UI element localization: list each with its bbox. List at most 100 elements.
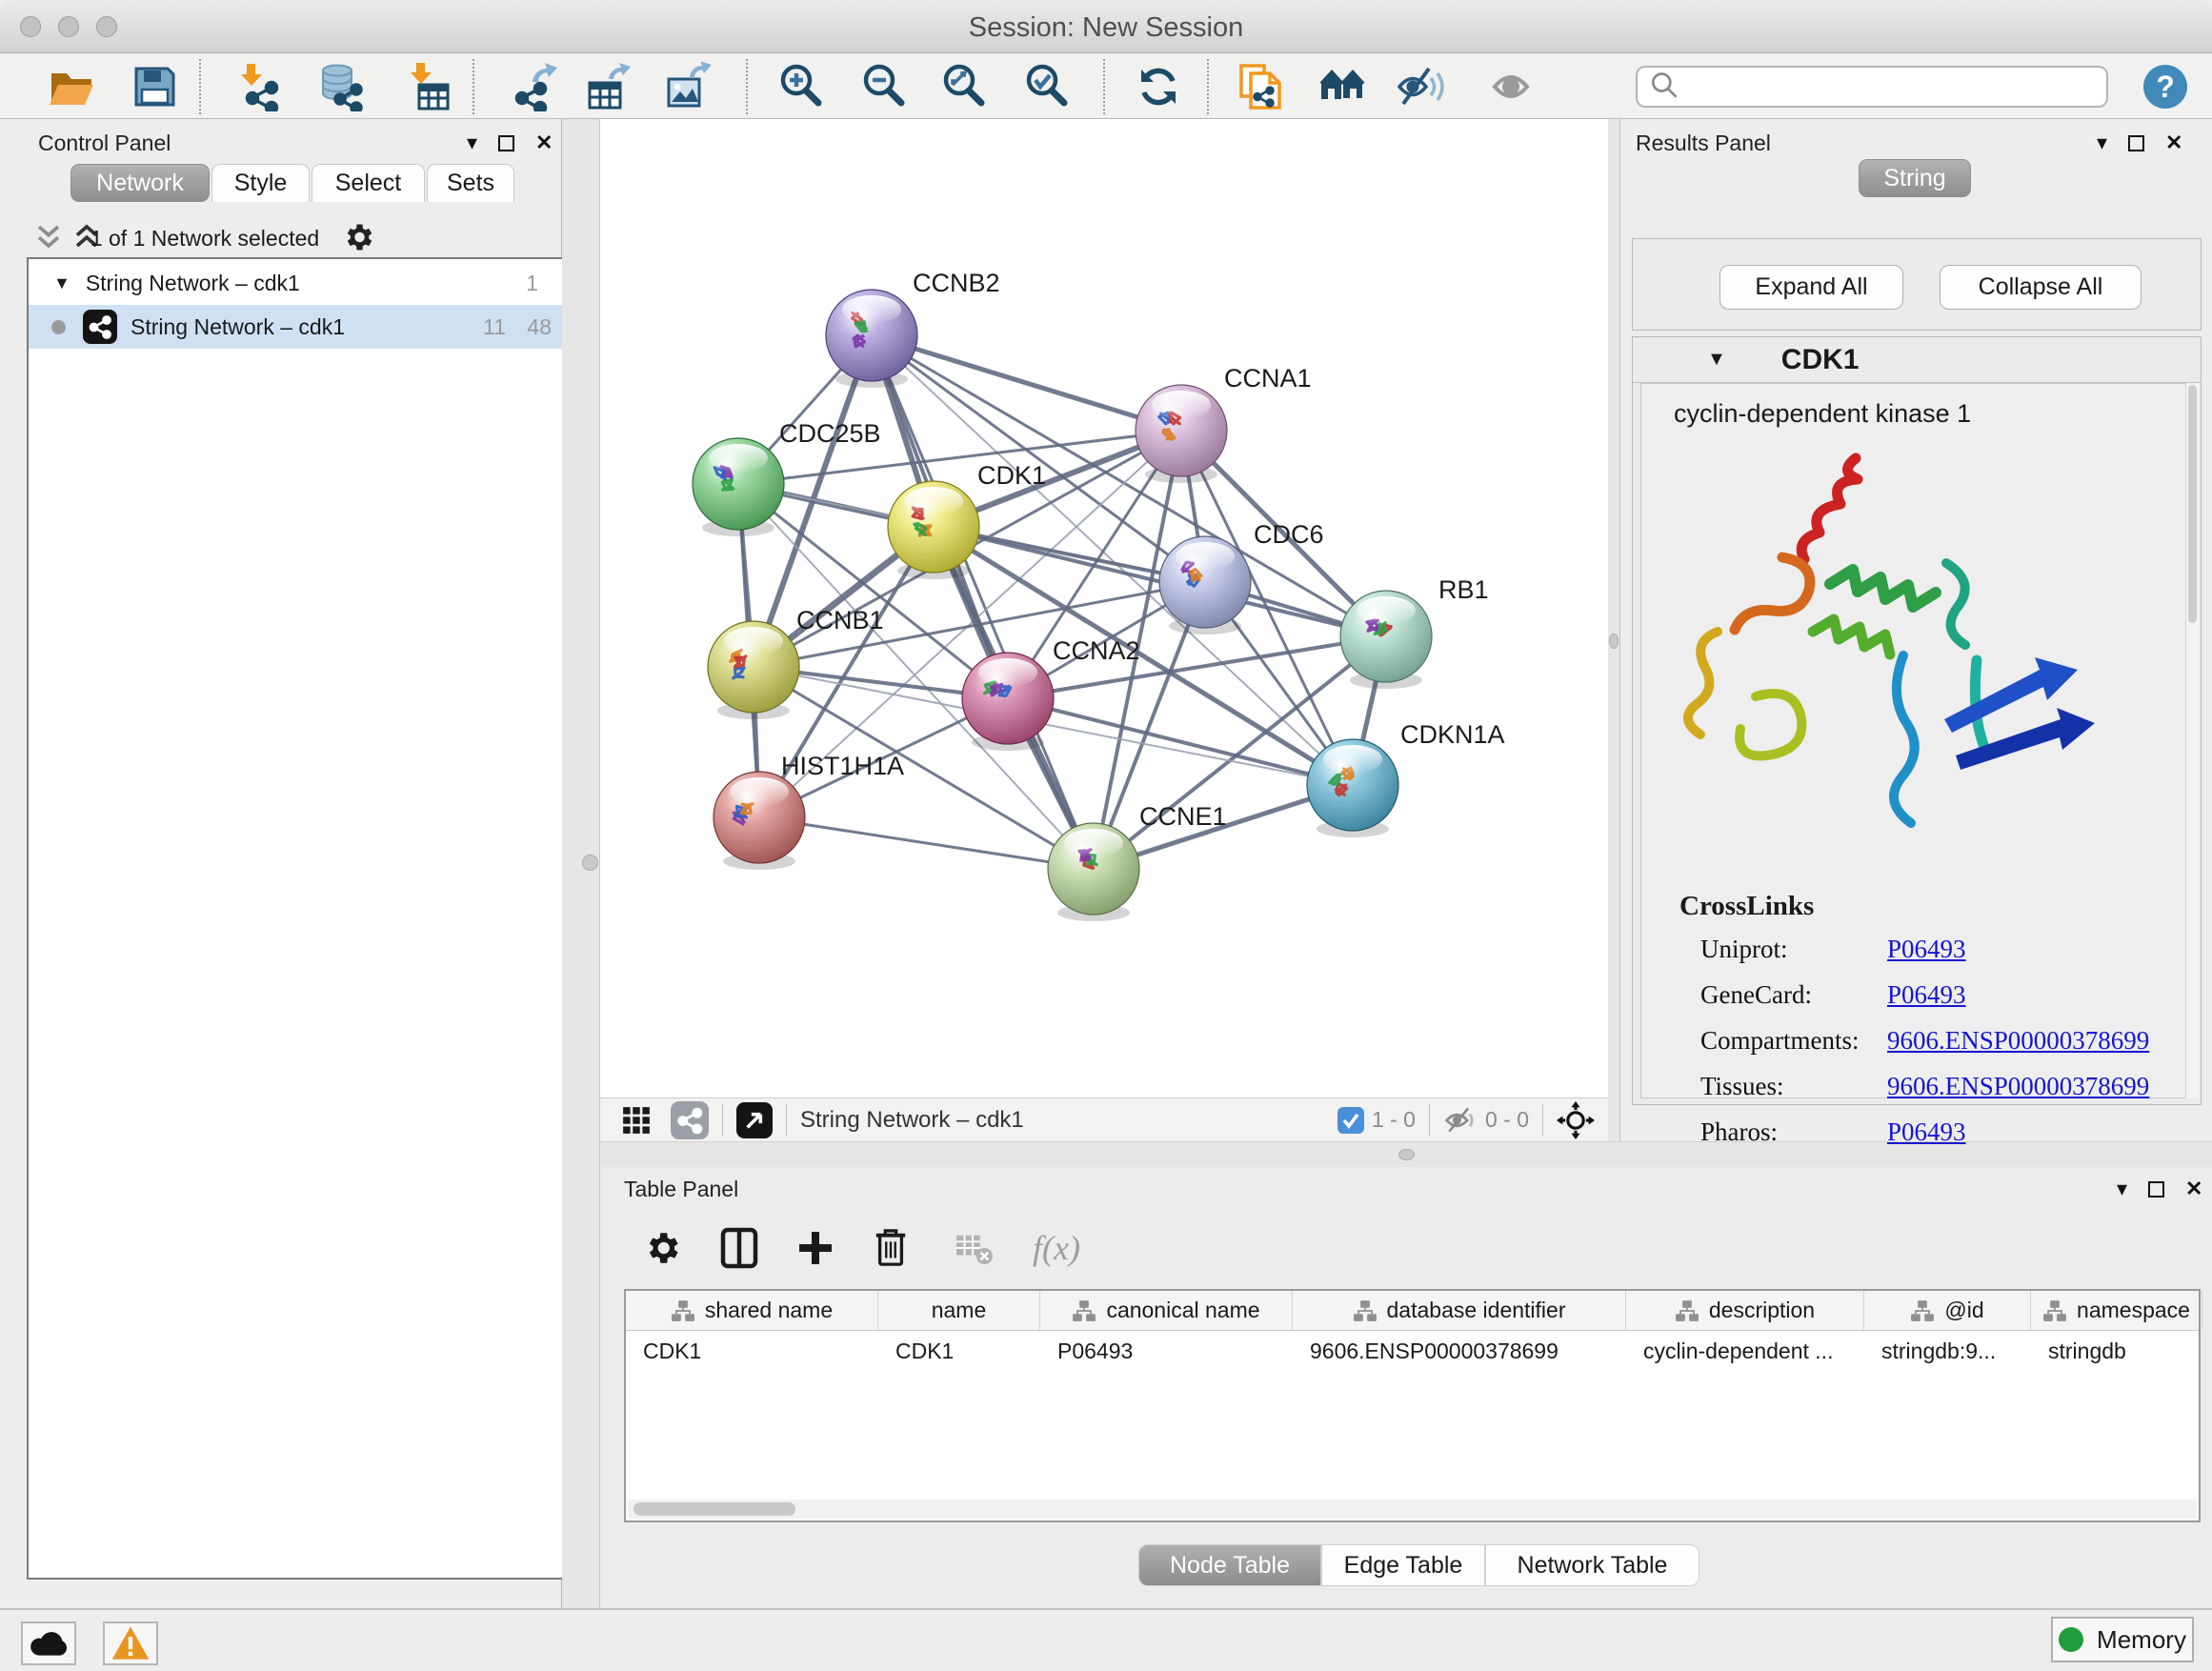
table-cell[interactable]: stringdb (2031, 1331, 2202, 1371)
column-header-shared-name[interactable]: shared name (626, 1291, 878, 1330)
network-row-selected[interactable]: String Network – cdk1 11 48 (29, 305, 565, 349)
crosslink-value-link[interactable]: P06493 (1887, 1117, 1966, 1147)
table-row[interactable]: CDK1CDK1P064939606.ENSP00000378699cyclin… (626, 1331, 2199, 1371)
tab-node-table[interactable]: Node Table (1138, 1544, 1321, 1586)
crosslink-value-link[interactable]: P06493 (1887, 935, 1966, 964)
memory-button[interactable]: Memory (2051, 1617, 2194, 1662)
show-all-hidden-icon[interactable] (1490, 62, 1539, 111)
tab-style[interactable]: Style (211, 164, 310, 202)
splitter-grip[interactable] (1609, 634, 1619, 649)
import-table-file-icon[interactable] (402, 62, 452, 111)
collapse-all-button[interactable]: Collapse All (1940, 265, 2142, 310)
zoom-out-icon[interactable] (859, 62, 909, 111)
tab-select[interactable]: Select (312, 164, 425, 202)
panel-close-icon[interactable]: ✕ (2185, 1178, 2202, 1199)
tab-network-table[interactable]: Network Table (1485, 1544, 1699, 1586)
export-network-icon[interactable] (510, 62, 559, 111)
protein-header-row[interactable]: ▼ CDK1 (1633, 337, 2201, 383)
memory-ok-dot (2059, 1627, 2083, 1652)
import-network-database-icon[interactable] (316, 62, 366, 111)
network-node-CCNB1[interactable]: CCNB1 (708, 606, 884, 719)
column-header-database-identifier[interactable]: database identifier (1293, 1291, 1626, 1330)
vertical-splitter-right[interactable] (1608, 119, 1619, 1141)
tab-sets[interactable]: Sets (427, 164, 514, 202)
show-columns-icon[interactable] (720, 1227, 758, 1269)
scrollbar-thumb[interactable] (633, 1502, 795, 1516)
tab-edge-table[interactable]: Edge Table (1321, 1544, 1485, 1586)
table-cell[interactable]: CDK1 (626, 1331, 878, 1371)
table-cell[interactable]: 9606.ENSP00000378699 (1293, 1331, 1626, 1371)
splitter-grip[interactable] (1398, 1149, 1415, 1160)
export-image-icon[interactable] (663, 62, 713, 111)
tab-string[interactable]: String (1859, 159, 1971, 197)
panel-undock-icon[interactable] (2128, 135, 2144, 151)
panel-float-menu-icon[interactable]: ▾ (2097, 132, 2107, 153)
add-column-icon[interactable] (796, 1229, 835, 1267)
network-node-HIST1H1A[interactable]: HIST1H1A (714, 752, 904, 870)
table-options-gear-icon[interactable] (642, 1228, 682, 1268)
panel-undock-icon[interactable] (498, 135, 514, 151)
network-collection-row[interactable]: ▼ String Network – cdk1 1 (29, 261, 565, 305)
table-cell[interactable]: stringdb:9... (1864, 1331, 2031, 1371)
help-icon[interactable]: ? (2141, 62, 2190, 111)
crosslink-value-link[interactable]: P06493 (1887, 980, 1966, 1010)
network-node-CDKN1A[interactable]: CDKN1A (1307, 720, 1505, 837)
cloud-status-button[interactable] (21, 1621, 76, 1665)
network-node-CDC6[interactable]: CDC6 (1159, 520, 1324, 634)
crosslink-value-link[interactable]: 9606.ENSP00000378699 (1887, 1026, 2149, 1056)
grid-view-icon[interactable] (621, 1105, 652, 1136)
panel-close-icon[interactable]: ✕ (2165, 132, 2182, 153)
save-session-icon[interactable] (130, 62, 179, 111)
column-header-canonical-name[interactable]: canonical name (1040, 1291, 1293, 1330)
column-header-namespace[interactable]: namespace (2031, 1291, 2202, 1330)
create-network-from-selection-icon[interactable] (1236, 62, 1285, 111)
panel-float-menu-icon[interactable]: ▾ (467, 132, 477, 153)
selected-checkbox-icon[interactable] (1337, 1107, 1364, 1134)
results-scrollbar[interactable] (2185, 383, 2199, 1098)
export-table-icon[interactable] (584, 62, 633, 111)
splitter-grip[interactable] (582, 855, 598, 871)
column-header--id[interactable]: @id (1864, 1291, 2031, 1330)
network-share-toggle-icon[interactable] (671, 1101, 709, 1139)
open-session-icon[interactable] (47, 62, 96, 111)
search-box[interactable] (1636, 66, 2108, 108)
first-neighbors-icon[interactable] (1318, 62, 1368, 111)
open-in-new-window-icon[interactable] (736, 1102, 773, 1138)
table-cell[interactable]: CDK1 (878, 1331, 1040, 1371)
import-network-file-icon[interactable] (234, 62, 284, 111)
expand-all-button[interactable]: Expand All (1719, 265, 1903, 310)
panel-float-menu-icon[interactable]: ▾ (2117, 1178, 2127, 1199)
zoom-in-icon[interactable] (776, 62, 826, 111)
hide-selected-icon[interactable] (1397, 62, 1446, 111)
delete-table-icon-disabled[interactable] (955, 1230, 995, 1266)
zoom-selected-icon[interactable] (1022, 62, 1072, 111)
function-builder-icon-disabled[interactable]: f(x) (1033, 1228, 1080, 1268)
search-input[interactable] (1689, 73, 2099, 100)
table-cell[interactable]: P06493 (1040, 1331, 1293, 1371)
apply-layout-icon[interactable] (1134, 62, 1183, 111)
network-canvas[interactable]: CCNB2CCNA1CDC25BCDK1CDC6RB1CCNB1CCNA2CDK… (600, 119, 1608, 1097)
panel-undock-icon[interactable] (2148, 1181, 2164, 1198)
column-header-description[interactable]: description (1626, 1291, 1864, 1330)
tab-network[interactable]: Network (70, 164, 210, 202)
results-scrollbar-thumb[interactable] (2188, 385, 2197, 623)
network-node-CCNA1[interactable]: CCNA1 (1136, 364, 1312, 483)
collection-expand-icon[interactable]: ▼ (53, 273, 70, 293)
crosslink-value-link[interactable]: 9606.ENSP00000378699 (1887, 1072, 2149, 1101)
table-horizontal-scrollbar[interactable] (628, 1500, 2197, 1519)
birdseye-navigator-icon[interactable] (1557, 1101, 1595, 1139)
panel-close-icon[interactable]: ✕ (535, 132, 553, 153)
vertical-splitter-left[interactable] (562, 119, 600, 1608)
selected-counts: 1 - 0 (1372, 1107, 1416, 1133)
warnings-button[interactable] (103, 1621, 158, 1665)
network-options-gear-icon[interactable] (341, 220, 375, 259)
delete-column-icon[interactable] (873, 1226, 909, 1270)
network-node-RB1[interactable]: RB1 (1340, 575, 1489, 689)
table-cell[interactable]: cyclin-dependent ... (1626, 1331, 1864, 1371)
protein-collapse-icon[interactable]: ▼ (1707, 349, 1726, 371)
column-header-name[interactable]: name (878, 1291, 1040, 1330)
network-node-CCNB2[interactable]: CCNB2 (826, 269, 1000, 388)
network-edges[interactable] (738, 335, 1386, 869)
zoom-fit-icon[interactable] (939, 62, 989, 111)
hidden-eye-icon[interactable] (1443, 1103, 1478, 1137)
